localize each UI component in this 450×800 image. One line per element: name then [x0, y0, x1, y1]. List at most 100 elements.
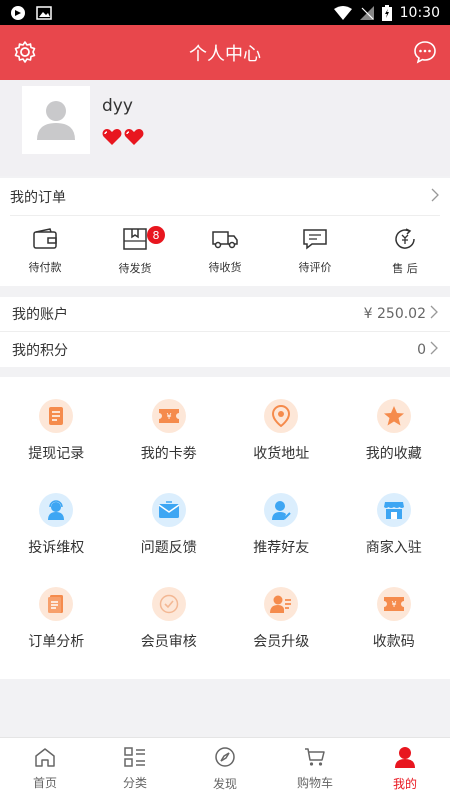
chevron-right-icon [430, 341, 438, 359]
my-account-row[interactable]: 我的账户 ¥ 250.02 [0, 297, 450, 332]
tab-label: 首页 [32, 776, 57, 790]
my-orders-label: 我的订单 [10, 189, 66, 206]
refer-friends-item[interactable]: 推荐好友 [225, 493, 338, 587]
tab-discover[interactable]: 发现 [180, 738, 270, 800]
shipping-address-item[interactable]: 收货地址 [225, 399, 338, 493]
home-icon [34, 747, 56, 770]
grid-label: 投诉维权 [28, 540, 85, 556]
grid-label: 会员审核 [140, 634, 197, 650]
compass-icon [214, 746, 236, 771]
order-label: 待评价 [298, 260, 332, 274]
order-label: 待发货 [118, 261, 152, 275]
shipment-count-badge: 8 [147, 226, 165, 244]
chevron-right-icon [430, 187, 440, 207]
grid-label: 问题反馈 [140, 540, 197, 556]
points-value: 0 [417, 341, 426, 358]
service-grid: 提现记录 ¥ 我的卡劵 收货地址 我的收藏 投诉维权 问题反馈 推荐好友 商家入… [0, 377, 450, 679]
shopping-cart-icon [304, 747, 326, 770]
mail-feedback-icon [151, 493, 186, 527]
feedback-item[interactable]: 问题反馈 [113, 493, 226, 587]
member-card-icon [264, 587, 299, 621]
grid-label: 商家入驻 [365, 540, 422, 556]
tab-category[interactable]: 分类 [90, 738, 180, 800]
my-coupons-item[interactable]: ¥ 我的卡劵 [113, 399, 226, 493]
username: dyy [102, 96, 133, 116]
order-pending-payment[interactable]: 待付款 [0, 216, 90, 286]
tab-label: 我的 [392, 777, 417, 791]
sync-icon [10, 5, 26, 21]
delivery-truck-icon [211, 228, 239, 253]
person-icon [394, 746, 416, 771]
orders-section: 我的订单 待付款 8 待发货 待收货 待评价 售 后 [0, 178, 450, 286]
star-icon [376, 399, 411, 433]
member-review-item[interactable]: 会员审核 [113, 587, 226, 681]
member-upgrade-item[interactable]: 会员升级 [225, 587, 338, 681]
member-level-hearts [102, 128, 144, 150]
user-referral-icon [264, 493, 299, 527]
tab-mine[interactable]: 我的 [360, 738, 450, 800]
complaints-item[interactable]: 投诉维权 [0, 493, 113, 587]
wallet-icon [32, 227, 58, 253]
wifi-icon [333, 5, 352, 20]
app-header: 个人中心 [0, 25, 450, 80]
withdraw-records-item[interactable]: 提现记录 [0, 399, 113, 493]
clock-time: 10:30 [399, 4, 440, 21]
category-grid-icon [124, 747, 146, 770]
order-label: 待付款 [28, 260, 62, 274]
account-label: 我的账户 [12, 307, 68, 323]
analysis-doc-icon [39, 587, 74, 621]
payment-code-item[interactable]: ¥ 收款码 [338, 587, 450, 681]
my-orders-row[interactable]: 我的订单 [10, 178, 440, 216]
image-icon [36, 5, 52, 20]
order-after-sales[interactable]: 售 后 [360, 216, 450, 286]
chevron-right-icon [430, 305, 438, 323]
grid-label: 收货地址 [253, 446, 310, 462]
message-icon[interactable] [412, 39, 438, 65]
grid-label: 我的卡劵 [140, 446, 197, 462]
profile-card: dyy [0, 80, 450, 176]
tab-home[interactable]: 首页 [0, 738, 90, 800]
svg-text:¥: ¥ [166, 412, 171, 421]
status-bar: 10:30 [0, 0, 450, 25]
my-favorites-item[interactable]: 我的收藏 [338, 399, 450, 493]
avatar[interactable] [22, 86, 90, 154]
bottom-tab-bar: 首页 分类 发现 购物车 我的 [0, 737, 450, 800]
page-title: 个人中心 [189, 43, 261, 65]
grid-label: 推荐好友 [253, 540, 310, 556]
heart-icon [124, 128, 144, 150]
grid-label: 我的收藏 [365, 446, 422, 462]
order-analysis-item[interactable]: 订单分析 [0, 587, 113, 681]
order-label: 售 后 [392, 261, 418, 275]
order-pending-review[interactable]: 待评价 [270, 216, 360, 286]
battery-icon [381, 4, 392, 21]
heart-icon [102, 128, 122, 150]
merchant-join-item[interactable]: 商家入驻 [338, 493, 450, 587]
coupon-icon: ¥ [151, 399, 186, 433]
comment-icon [302, 228, 328, 253]
grid-label: 会员升级 [253, 634, 310, 650]
check-circle-icon [151, 587, 186, 621]
grid-label: 订单分析 [28, 634, 85, 650]
refund-icon [392, 227, 418, 254]
support-agent-icon [39, 493, 74, 527]
order-label: 待收货 [208, 260, 242, 274]
order-pending-shipment[interactable]: 8 待发货 [90, 216, 180, 286]
grid-label: 提现记录 [28, 446, 85, 462]
order-pending-receipt[interactable]: 待收货 [180, 216, 270, 286]
settings-gear-icon[interactable] [12, 39, 38, 65]
location-pin-icon [264, 399, 299, 433]
tab-label: 购物车 [296, 776, 333, 790]
account-balance: ¥ 250.02 [363, 306, 426, 322]
my-points-row[interactable]: 我的积分 0 [0, 332, 450, 367]
storefront-icon [376, 493, 411, 527]
tab-cart[interactable]: 购物车 [270, 738, 360, 800]
signal-icon [359, 5, 374, 20]
tab-label: 发现 [212, 777, 237, 791]
package-box-icon [122, 227, 148, 254]
points-label: 我的积分 [12, 342, 68, 359]
grid-label: 收款码 [372, 634, 415, 650]
withdraw-record-icon [39, 399, 74, 433]
payment-ticket-icon: ¥ [376, 587, 411, 621]
account-section: 我的账户 ¥ 250.02 我的积分 0 [0, 297, 450, 367]
tab-label: 分类 [122, 776, 147, 790]
